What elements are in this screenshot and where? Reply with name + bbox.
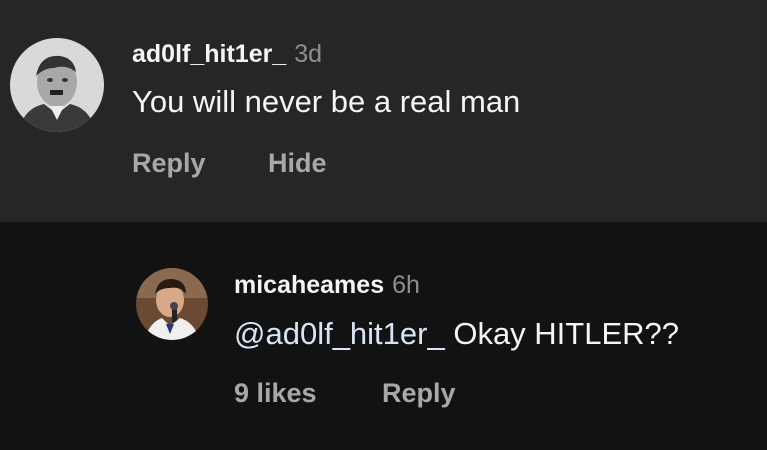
reply-reply-button[interactable]: Reply [382, 378, 456, 409]
comment-text: You will never be a real man [132, 84, 521, 119]
comment: ad0lf_hit1er_ 3d You will never be a real… [0, 0, 767, 222]
replier-username[interactable]: micaheames 6h [234, 271, 420, 300]
reply-mention-link[interactable]: @ad0lf_hit1er_ [234, 316, 445, 351]
reply-text-body: Okay HITLER?? [444, 316, 680, 351]
commenter-username[interactable]: ad0lf_hit1er_ 3d [132, 40, 322, 69]
commenter-avatar[interactable] [10, 38, 104, 132]
replier-avatar[interactable] [136, 268, 208, 340]
reply-likes-count[interactable]: 9 likes [234, 378, 317, 409]
comment-timestamp: 3d [294, 40, 323, 68]
reply-text: @ad0lf_hit1er_ Okay HITLER?? [234, 316, 679, 352]
comment-reply-button[interactable]: Reply [132, 148, 206, 179]
reply-timestamp: 6h [392, 271, 420, 299]
comment-hide-button[interactable]: Hide [268, 148, 327, 179]
replier-avatar-image [136, 268, 208, 340]
commenter-avatar-image [10, 38, 104, 132]
commenter-username-text[interactable]: ad0lf_hit1er_ [132, 40, 286, 68]
replier-username-text[interactable]: micaheames [234, 271, 384, 299]
reply: micaheames 6h @ad0lf_hit1er_ Okay HITLER?… [0, 222, 767, 450]
